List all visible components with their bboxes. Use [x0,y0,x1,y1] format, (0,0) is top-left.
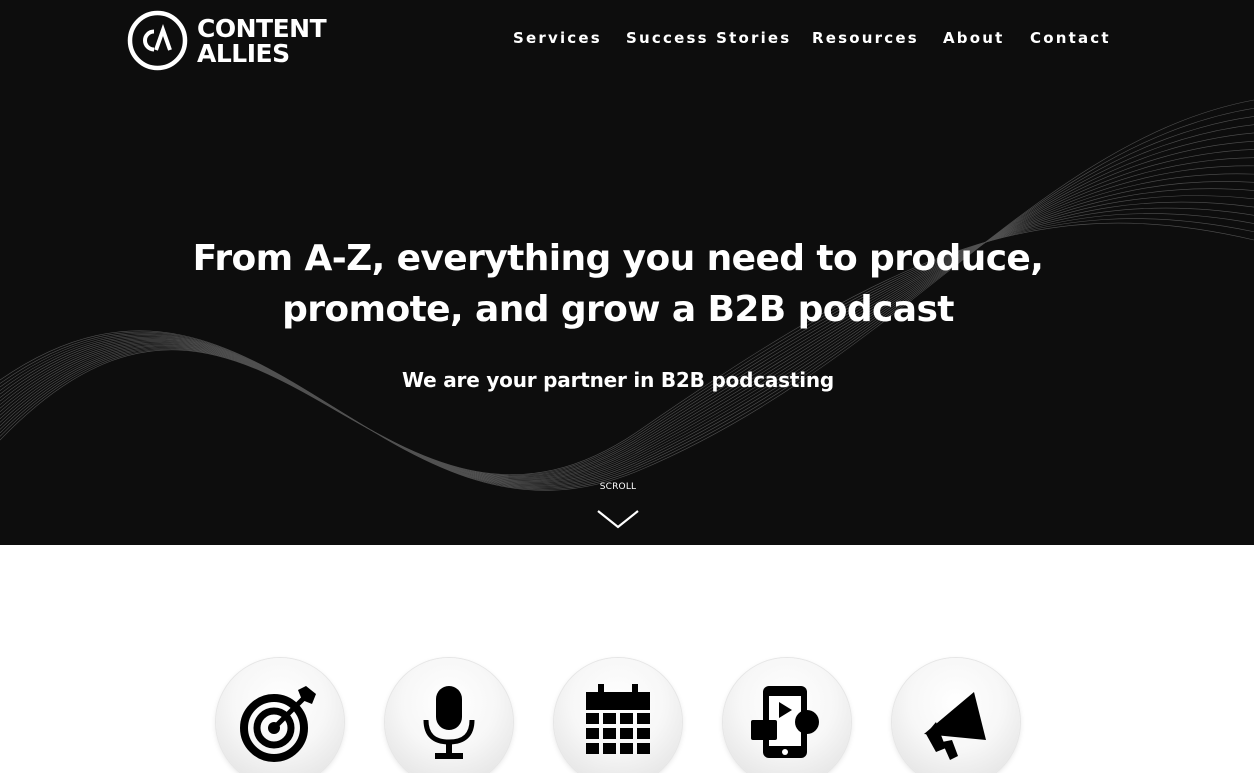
hero-subheadline: We are your partner in B2B podcasting [401,368,835,392]
nav-about[interactable]: About [943,28,1005,48]
hero-headline-line-2: promote, and grow a B2B podcast [282,289,954,330]
services-icon-row [0,545,1254,773]
service-calendar-circle[interactable] [554,658,682,773]
microphone-icon [423,686,475,759]
megaphone-icon [924,692,986,760]
target-icon [240,686,316,762]
nav-services[interactable]: Services [513,28,602,48]
nav-success-stories[interactable]: Success Stories [626,28,791,48]
service-microphone-circle[interactable] [385,658,513,773]
chevron-down-icon[interactable] [597,508,639,530]
nav-contact[interactable]: Contact [1030,28,1111,48]
mobile-video-chat-icon [751,686,819,758]
hero-headline: From A-Z, everything you need to produce… [0,233,1236,335]
nav-resources[interactable]: Resources [812,28,919,48]
hero-headline-line-1: From A-Z, everything you need to produce… [192,238,1044,279]
calendar-icon [586,684,650,754]
service-megaphone-circle[interactable] [892,658,1020,773]
service-mobile-circle[interactable] [723,658,851,773]
hero-section: CONTENT ALLIES Services Success Stories … [0,0,1254,545]
service-target-circle[interactable] [216,658,344,773]
scroll-label[interactable]: SCROLL [578,482,658,492]
main-navigation: Services Success Stories Resources About… [0,28,1254,50]
